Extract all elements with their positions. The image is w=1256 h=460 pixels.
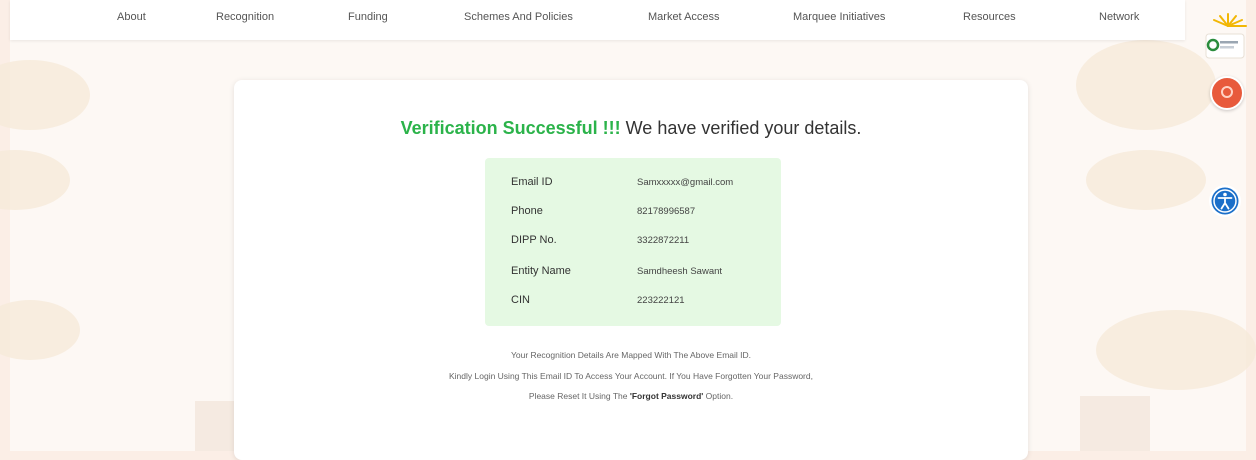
nav-item-funding[interactable]: Funding: [348, 11, 388, 23]
detail-row-cin: CIN 223222121: [511, 294, 771, 314]
startup-india-logo-icon[interactable]: [1200, 12, 1248, 62]
nav-item-resources[interactable]: Resources: [963, 11, 1016, 23]
accessibility-icon[interactable]: [1207, 183, 1243, 219]
detail-row-entity-name: Entity Name Samdheesh Sawant: [511, 265, 771, 285]
verification-success-text: Verification Successful !!!: [400, 118, 621, 138]
detail-label: Entity Name: [511, 265, 571, 277]
forgot-password-reference: 'Forgot Password': [629, 391, 704, 401]
nav-item-about[interactable]: About: [117, 11, 146, 23]
nav-item-network[interactable]: Network: [1099, 11, 1139, 23]
nav-item-recognition[interactable]: Recognition: [216, 11, 274, 23]
detail-value: Samxxxxx@gmail.com: [637, 177, 734, 188]
detail-value: Samdheesh Sawant: [637, 266, 723, 277]
verification-card: Verification Successful !!! We have veri…: [234, 80, 1028, 460]
detail-value: 82178996587: [637, 206, 696, 217]
background-decoration: [195, 401, 235, 451]
top-navigation: About Recognition Funding Schemes And Po…: [10, 0, 1185, 40]
background-decoration: [1080, 396, 1150, 451]
verified-details-panel: Email ID Samxxxxx@gmail.com Phone 821789…: [485, 158, 781, 326]
nav-item-marquee-initiatives[interactable]: Marquee Initiatives: [793, 11, 885, 23]
detail-row-dipp: DIPP No. 3322872211: [511, 234, 771, 254]
detail-row-email: Email ID Samxxxxx@gmail.com: [511, 176, 771, 196]
detail-label: Email ID: [511, 176, 553, 188]
info-line: Kindly Login Using This Email ID To Acce…: [449, 371, 813, 381]
detail-value: 223222121: [637, 295, 685, 306]
detail-value: 3322872211: [637, 235, 690, 246]
nav-item-market-access[interactable]: Market Access: [648, 11, 720, 23]
info-line: Your Recognition Details Are Mapped With…: [510, 350, 752, 360]
detail-row-phone: Phone 82178996587: [511, 205, 771, 225]
avatar-face: [1221, 86, 1233, 98]
background-decoration: [1086, 150, 1206, 210]
detail-label: CIN: [511, 294, 530, 306]
nav-item-schemes-and-policies[interactable]: Schemes And Policies: [464, 11, 573, 23]
user-avatar-icon[interactable]: [1210, 76, 1244, 110]
detail-label: DIPP No.: [511, 234, 557, 246]
info-text: Please Reset It Using The: [528, 391, 630, 401]
detail-label: Phone: [511, 205, 543, 217]
verification-message: We have verified your details.: [625, 118, 862, 138]
background-decoration: [1076, 40, 1216, 130]
info-line: Please Reset It Using The 'Forgot Passwo…: [234, 391, 1028, 401]
verification-headline: Verification Successful !!! We have veri…: [234, 118, 1028, 139]
background-decoration: [1096, 310, 1256, 390]
info-text: Option.: [703, 391, 734, 401]
